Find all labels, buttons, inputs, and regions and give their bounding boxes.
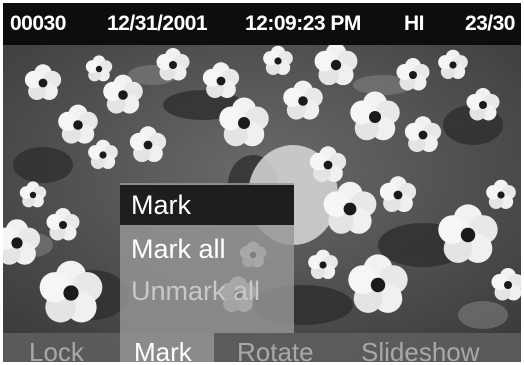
menu-item-mark[interactable]: Mark [120, 185, 294, 225]
menu-item-unmark-all: Unmark all [131, 276, 261, 306]
capture-date: 12/31/2001 [107, 12, 208, 35]
softkey-mark[interactable]: Mark [120, 333, 214, 362]
mark-menu: Mark Mark all Unmark all [120, 183, 294, 333]
softkey-rotate[interactable]: Rotate [237, 333, 314, 362]
status-bar: 00030 12/31/2001 12:09:23 PM HI 23/30 [3, 3, 521, 45]
file-number: 00030 [10, 12, 66, 35]
camera-playback-screen: 00030 12/31/2001 12:09:23 PM HI 23/30 Ma… [3, 3, 521, 362]
softkey-lock[interactable]: Lock [29, 333, 84, 362]
capture-time: 12:09:23 PM [245, 12, 361, 35]
image-index: 23/30 [464, 12, 516, 35]
menu-item-mark-all[interactable]: Mark all [120, 229, 294, 269]
softkey-bar: Lock Mark Rotate Slideshow [3, 333, 521, 362]
softkey-slideshow[interactable]: Slideshow [361, 333, 480, 362]
quality-indicator: HI [404, 12, 425, 35]
